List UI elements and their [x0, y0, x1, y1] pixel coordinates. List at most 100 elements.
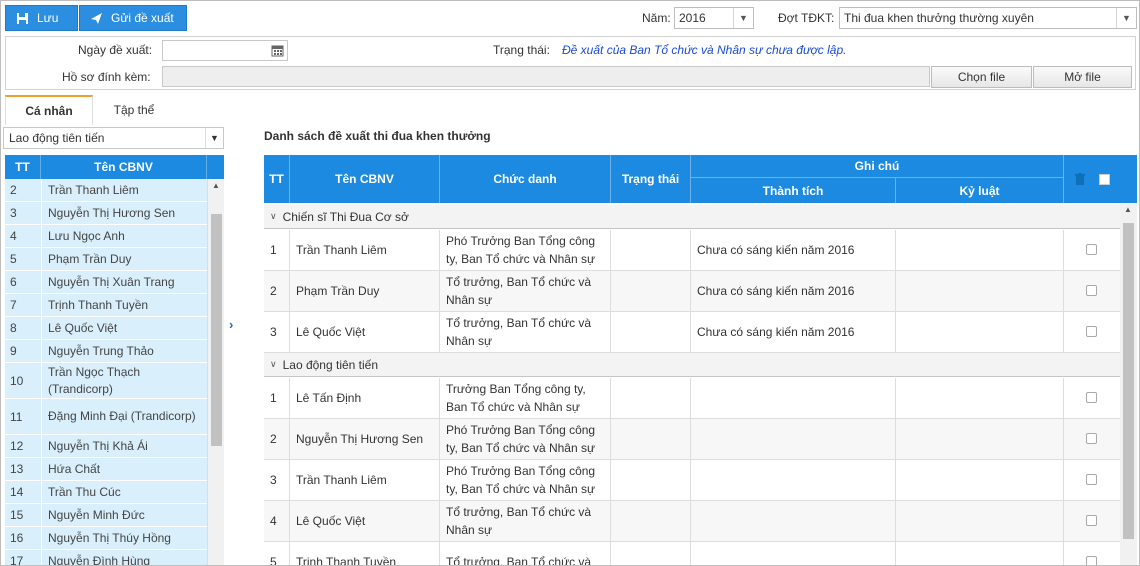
- table-row[interactable]: 5 Trịnh Thanh Tuyền Tổ trưởng, Ban Tổ chức…: [264, 542, 1120, 565]
- row-tt: 11: [10, 409, 23, 424]
- row-checkbox[interactable]: [1086, 556, 1097, 565]
- employee-row[interactable]: 6 Nguyễn Thị Xuân Trang: [5, 271, 207, 294]
- cell-discipline[interactable]: [896, 419, 1064, 459]
- employee-row[interactable]: 12 Nguyễn Thị Khả Ái: [5, 435, 207, 458]
- cell-achievement[interactable]: [691, 501, 896, 541]
- employee-row[interactable]: 7 Trịnh Thanh Tuyền: [5, 294, 207, 317]
- table-row[interactable]: 2 Nguyễn Thị Hương Sen Phó Trưởng Ban Tổng…: [264, 419, 1120, 460]
- cell-name: Lê Quốc Việt: [290, 501, 440, 541]
- employee-row[interactable]: 8 Lê Quốc Việt: [5, 317, 207, 340]
- cell-discipline[interactable]: [896, 501, 1064, 541]
- employee-row[interactable]: 10 Trần Ngọc Thạch (Trandicorp): [5, 363, 207, 399]
- cell-name: Nguyễn Thị Hương Sen: [290, 419, 440, 459]
- col-name: Tên CBNV: [290, 155, 440, 203]
- cell-achievement[interactable]: Chưa có sáng kiến năm 2016: [691, 271, 896, 311]
- date-input[interactable]: [162, 40, 288, 61]
- chevron-down-icon[interactable]: ∨: [270, 211, 277, 222]
- cell-discipline[interactable]: [896, 312, 1064, 352]
- row-name: Lưu Ngọc Anh: [48, 228, 125, 243]
- row-name: Trịnh Thanh Tuyền: [48, 297, 149, 312]
- cell-tt: 3: [264, 460, 290, 500]
- table-row[interactable]: 1 Lê Tấn Định Trưởng Ban Tổng công ty, Ban…: [264, 378, 1120, 419]
- employee-row[interactable]: 13 Hứa Chất: [5, 458, 207, 481]
- table-row[interactable]: 4 Lê Quốc Việt Tổ trưởng, Ban Tổ chức và N…: [264, 501, 1120, 542]
- cell-discipline[interactable]: [896, 271, 1064, 311]
- row-tt: 17: [10, 554, 24, 566]
- group-title: Chiến sĩ Thi Đua Cơ sở: [282, 209, 409, 224]
- row-tt: 6: [10, 275, 17, 289]
- row-name: Nguyễn Trung Thảo: [48, 343, 154, 358]
- col-actions: [1064, 155, 1120, 203]
- category-value: Lao động tiên tiến: [9, 131, 105, 145]
- row-tt: 10: [10, 373, 24, 388]
- employee-row[interactable]: 16 Nguyễn Thị Thúy Hồng: [5, 527, 207, 550]
- cell-tt: 4: [264, 501, 290, 541]
- employee-row[interactable]: 17 Nguyễn Đình Hùng: [5, 550, 207, 566]
- col-tt: TT: [5, 155, 41, 179]
- cell-achievement[interactable]: [691, 460, 896, 500]
- table-row[interactable]: 1 Trần Thanh Liêm Phó Trưởng Ban Tổng công…: [264, 230, 1120, 271]
- calendar-icon[interactable]: [271, 44, 284, 57]
- scroll-up-icon[interactable]: ▲: [1124, 205, 1132, 214]
- year-select[interactable]: 2016 ▼: [674, 7, 754, 29]
- cell-position: Tổ trưởng, Ban Tổ chức và Nhân sự: [440, 271, 611, 311]
- save-button[interactable]: Lưu: [5, 5, 78, 31]
- col-status: Trạng thái: [611, 155, 691, 203]
- proposal-scrollbar[interactable]: ▲: [1120, 203, 1137, 565]
- send-proposal-button[interactable]: Gửi đề xuất: [79, 5, 187, 31]
- row-checkbox[interactable]: [1086, 244, 1097, 255]
- employee-row[interactable]: 11 Đặng Minh Đại (Trandicorp): [5, 399, 207, 435]
- cell-status: [611, 378, 691, 418]
- col-name: Tên CBNV: [41, 155, 207, 179]
- row-checkbox[interactable]: [1086, 515, 1097, 526]
- group-header[interactable]: ∨ Lao động tiên tiến: [264, 353, 1120, 377]
- cell-achievement[interactable]: Chưa có sáng kiến năm 2016: [691, 230, 896, 270]
- row-name: Nguyễn Thị Khả Ái: [48, 438, 148, 453]
- row-checkbox[interactable]: [1086, 285, 1097, 296]
- period-value: Thi đua khen thưởng thường xuyên: [844, 11, 1034, 25]
- table-row[interactable]: 3 Lê Quốc Việt Tổ trưởng, Ban Tổ chức và N…: [264, 312, 1120, 353]
- employee-row[interactable]: 14 Trần Thu Cúc: [5, 481, 207, 504]
- cell-tt: 2: [264, 271, 290, 311]
- employee-row[interactable]: 4 Lưu Ngọc Anh: [5, 225, 207, 248]
- employee-row[interactable]: 5 Phạm Trần Duy: [5, 248, 207, 271]
- chevron-down-icon[interactable]: ∨: [270, 359, 277, 370]
- chevron-down-icon: ▼: [733, 8, 753, 28]
- row-name: Nguyễn Thị Xuân Trang: [48, 274, 175, 289]
- employee-grid: TT Tên CBNV 2 Trần Thanh Liêm 3 Nguyễn Thị …: [5, 155, 224, 566]
- employee-row[interactable]: 3 Nguyễn Thị Hương Sen: [5, 202, 207, 225]
- table-row[interactable]: 2 Phạm Trần Duy Tổ trưởng, Ban Tổ chức và …: [264, 271, 1120, 312]
- chevron-right-icon[interactable]: ›: [229, 317, 233, 332]
- scroll-thumb[interactable]: [211, 214, 222, 446]
- open-file-button[interactable]: Mở file: [1033, 66, 1132, 88]
- employee-row[interactable]: 15 Nguyễn Minh Đức: [5, 504, 207, 527]
- row-checkbox[interactable]: [1086, 326, 1097, 337]
- tab-collective[interactable]: Tập thể: [95, 95, 173, 125]
- cell-discipline[interactable]: [896, 460, 1064, 500]
- cell-status: [611, 419, 691, 459]
- cell-achievement[interactable]: Chưa có sáng kiến năm 2016: [691, 312, 896, 352]
- tab-individual[interactable]: Cá nhân: [5, 95, 93, 125]
- trash-icon[interactable]: [1074, 173, 1085, 185]
- group-header[interactable]: ∨ Chiến sĩ Thi Đua Cơ sở: [264, 205, 1120, 229]
- date-label: Ngày đề xuất:: [78, 43, 153, 57]
- employee-row[interactable]: 9 Nguyễn Trung Thảo: [5, 340, 207, 363]
- employee-scrollbar[interactable]: ▲: [207, 179, 224, 565]
- cell-discipline[interactable]: [896, 230, 1064, 270]
- cell-achievement[interactable]: [691, 378, 896, 418]
- scroll-thumb[interactable]: [1123, 223, 1134, 539]
- cell-achievement[interactable]: [691, 542, 896, 565]
- category-select[interactable]: Lao động tiên tiến ▼: [3, 127, 224, 149]
- row-checkbox[interactable]: [1086, 392, 1097, 403]
- cell-discipline[interactable]: [896, 542, 1064, 565]
- row-checkbox[interactable]: [1086, 474, 1097, 485]
- scroll-up-icon[interactable]: ▲: [212, 181, 220, 190]
- choose-file-button[interactable]: Chọn file: [931, 66, 1032, 88]
- row-checkbox[interactable]: [1086, 433, 1097, 444]
- table-row[interactable]: 3 Trần Thanh Liêm Phó Trưởng Ban Tổng công…: [264, 460, 1120, 501]
- cell-discipline[interactable]: [896, 378, 1064, 418]
- select-all-checkbox[interactable]: [1098, 173, 1110, 185]
- period-select[interactable]: Thi đua khen thưởng thường xuyên ▼: [839, 7, 1137, 29]
- employee-row[interactable]: 2 Trần Thanh Liêm: [5, 179, 207, 202]
- cell-achievement[interactable]: [691, 419, 896, 459]
